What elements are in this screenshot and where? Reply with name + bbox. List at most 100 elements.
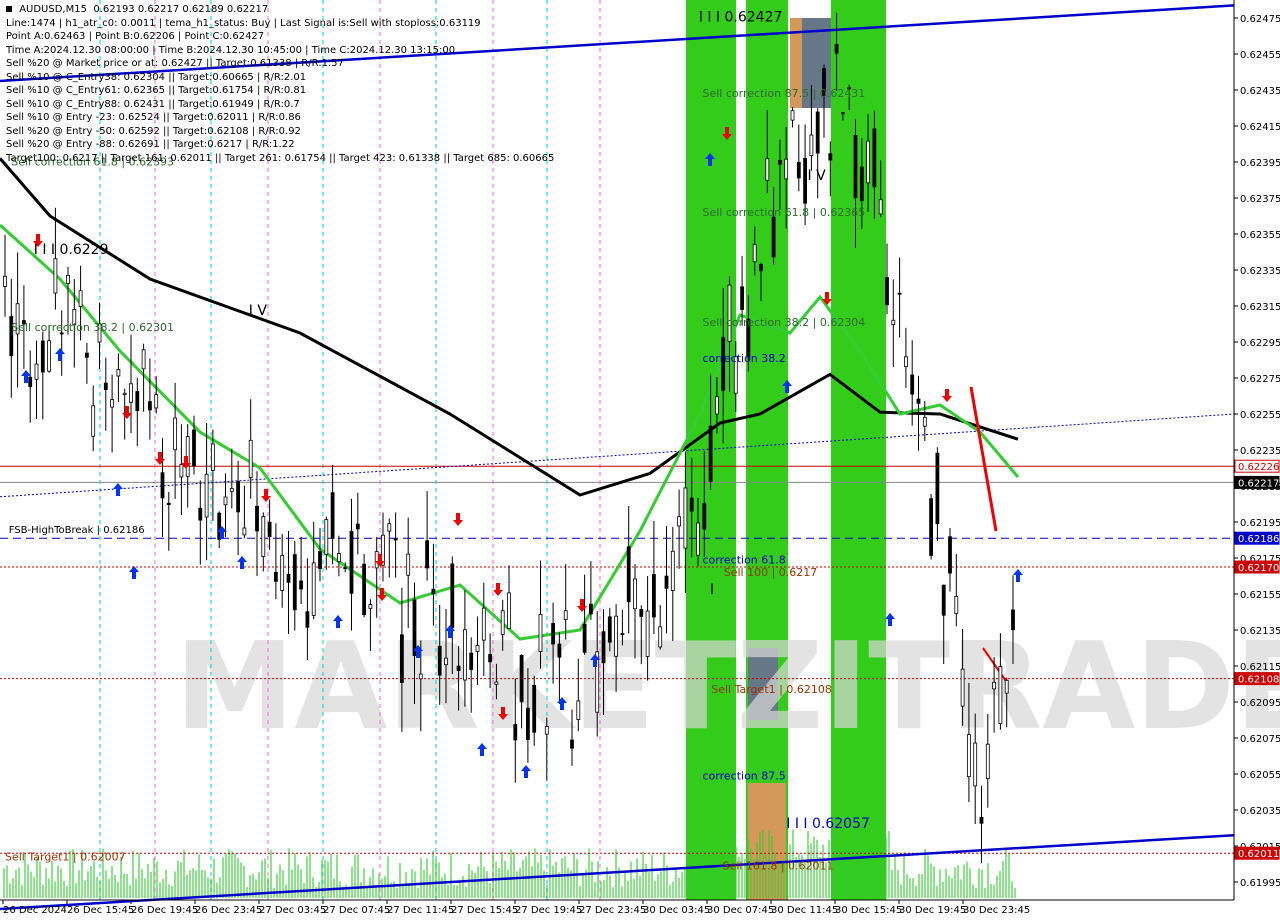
candle-body [399,634,404,683]
candle-body [336,553,341,563]
price-tag-label: 0.62217 [1238,478,1279,489]
candle-body [192,429,196,467]
candle-body [582,623,587,653]
candle-body [488,654,493,663]
candle-body [179,464,184,478]
x-tick-label: 26 Dec 23:45 [195,905,262,916]
candle-body [494,681,499,685]
x-tick-label: 27 Dec 19:45 [515,905,582,916]
y-tick-label: 0.62395 [1240,158,1280,169]
candle-body [652,574,656,618]
price-chart[interactable]: MARKETZITRADE I I I 0.62427Sell correcti… [0,0,1280,920]
candle-body [160,472,165,499]
candle-body [343,567,348,569]
candle-body [878,199,883,215]
candle-body [255,505,259,532]
y-tick-label: 0.62115 [1240,662,1280,673]
candle-body [979,816,984,824]
candle-body [576,700,581,720]
chart-annotation: I [710,582,714,598]
candle-body [960,668,965,707]
chart-annotation: I I I 0.62057 [786,816,870,832]
candle-body [532,684,537,733]
candle-body [500,610,505,635]
candle-body [708,425,713,482]
chart-plot-area [0,0,1234,900]
y-tick-label: 0.62255 [1240,410,1280,421]
candle-body [355,523,360,530]
candle-body [116,369,121,377]
y-tick-label: 0.62435 [1240,86,1280,97]
candle-body [519,654,524,703]
candle-body [78,290,83,307]
candle-body [362,563,367,616]
candle-body [330,492,335,539]
chart-annotation: Sell 100 | 0.6217 [724,566,818,579]
y-tick-label: 0.62235 [1240,446,1280,457]
chart-annotation: correction 38.2 [703,352,786,365]
candle-body [752,243,757,263]
candle-body [715,396,719,415]
x-tick-label: 30 Dec 11:45 [771,905,838,916]
candle-body [841,112,845,115]
candle-body [28,376,33,387]
candle-body [374,551,379,569]
candle-body [267,521,272,538]
candle-body [897,292,902,295]
candle-body [387,523,392,532]
x-tick-label: 27 Dec 23:45 [579,905,646,916]
y-tick-label: 0.62355 [1240,230,1280,241]
candle-body [103,382,108,390]
candle-body [198,507,203,521]
candle-body [223,496,228,506]
x-tick-label: 27 Dec 03:45 [259,905,326,916]
candle-body [469,652,474,670]
y-tick-label: 0.62335 [1240,266,1280,277]
candle-body [456,665,461,671]
candle-body [859,166,864,201]
candle-body [866,140,870,184]
chart-annotation: I V [808,168,827,184]
candle-body [450,563,455,628]
candle-body [462,629,467,681]
candle-body [368,604,373,609]
y-tick-label: 0.62075 [1240,734,1280,745]
chart-annotation: Sell correction 61.8 | 0.62393 [11,156,174,169]
candle-body [765,158,770,182]
y-tick-label: 0.62315 [1240,302,1280,313]
candle-body [904,356,908,368]
candle-body [261,516,266,557]
candle-body [406,553,411,576]
candle-body [620,633,625,635]
y-tick-label: 0.62475 [1240,14,1280,25]
candle-body [393,538,398,541]
candle-body [135,391,140,412]
candle-body [626,546,631,603]
candle-body [1011,609,1015,631]
candle-body [727,284,732,342]
y-tick-label: 0.62375 [1240,194,1280,205]
candle-body [538,613,543,652]
candle-body [633,578,637,610]
chart-annotation: Sell correction 87.5 | 0.62431 [703,87,866,100]
x-tick-label: 27 Dec 07:45 [323,905,390,916]
candle-body [280,555,285,591]
candle-body [834,44,839,54]
chart-annotation: correction 61.8 [703,553,786,566]
candle-body [910,374,915,395]
y-tick-label: 0.62035 [1240,806,1280,817]
x-tick-label: 26 Dec 19:45 [131,905,198,916]
candle-body [570,739,574,749]
candle-body [110,399,114,408]
candle-body [412,599,417,656]
candle-body [941,584,946,616]
chart-annotation: Sell correction 38.2 | 0.62301 [11,321,174,334]
y-tick-label: 0.62135 [1240,626,1280,637]
candle-body [563,610,568,621]
x-tick-label: 30 Dec 19:45 [899,905,966,916]
candle-body [784,158,789,180]
y-tick-label: 0.62455 [1240,50,1280,61]
candle-body [985,743,990,779]
candle-body [677,516,681,527]
candle-body [790,110,795,121]
